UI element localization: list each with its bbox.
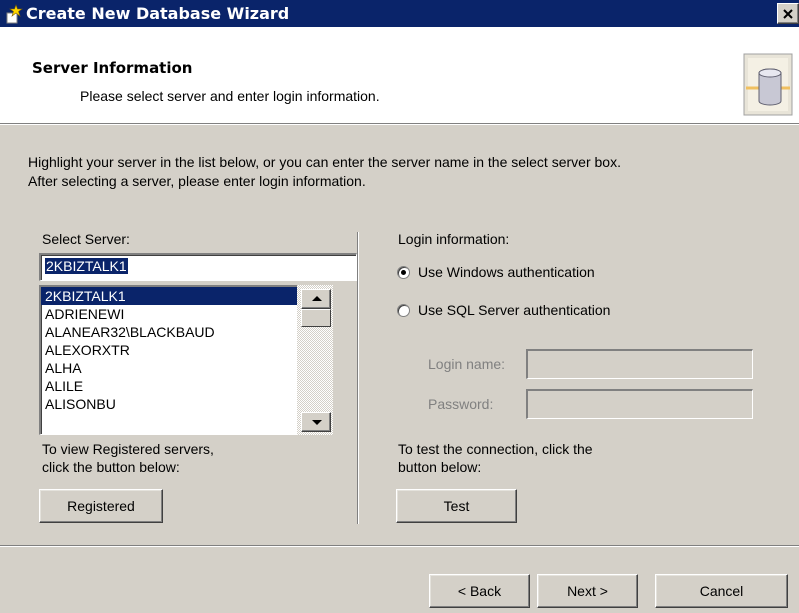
arrow-up-icon	[312, 296, 322, 301]
test-hint-line-2: button below:	[398, 459, 482, 475]
close-icon	[783, 8, 793, 19]
test-button[interactable]: Test	[396, 489, 517, 523]
password-input	[526, 389, 753, 419]
scroll-down-button[interactable]	[301, 412, 331, 432]
sql-auth-radio[interactable]	[397, 303, 410, 317]
windows-auth-label: Use Windows authentication	[418, 264, 595, 280]
sql-auth-option[interactable]: Use SQL Server authentication	[397, 302, 610, 318]
server-listbox[interactable]: 2KBIZTALK1 ADRIENEWI ALANEAR32\BLACKBAUD AL…	[39, 285, 333, 435]
server-list-item[interactable]: ALISONBU	[41, 395, 332, 413]
page-title: Server Information	[32, 59, 193, 77]
title-bar[interactable]: Create New Database Wizard	[0, 0, 799, 27]
scroll-up-button[interactable]	[301, 289, 331, 309]
server-list-item[interactable]: ALILE	[41, 377, 332, 395]
windows-auth-option[interactable]: Use Windows authentication	[397, 264, 595, 280]
server-list-item[interactable]: ADRIENEWI	[41, 305, 332, 323]
window-title: Create New Database Wizard	[26, 4, 290, 23]
select-server-label: Select Server:	[42, 231, 130, 247]
wizard-wand-icon	[6, 4, 23, 24]
server-list-item[interactable]: ALHA	[41, 359, 332, 377]
wizard-header: Server Information Please select server …	[0, 27, 799, 123]
test-hint-line-1: To test the connection, click the	[398, 441, 593, 457]
server-list: 2KBIZTALK1 ADRIENEWI ALANEAR32\BLACKBAUD AL…	[41, 287, 332, 413]
registered-hint-line-1: To view Registered servers,	[42, 441, 214, 457]
sql-auth-label: Use SQL Server authentication	[418, 302, 611, 318]
page-subtitle: Please select server and enter login inf…	[80, 88, 380, 104]
database-icon	[743, 53, 793, 116]
wizard-window: Create New Database Wizard Server Inform…	[0, 0, 799, 613]
close-button[interactable]	[777, 3, 799, 24]
instructions-line-1: Highlight your server in the list below,…	[28, 154, 621, 170]
instructions: Highlight your server in the list below,…	[28, 153, 788, 191]
server-name-value: 2KBIZTALK1	[45, 258, 128, 274]
header-divider	[0, 123, 799, 125]
registered-hint-line-2: click the button below:	[42, 459, 180, 475]
registered-button[interactable]: Registered	[39, 489, 163, 523]
windows-auth-radio[interactable]	[397, 265, 410, 279]
footer-divider	[0, 545, 799, 547]
server-list-item[interactable]: ALANEAR32\BLACKBAUD	[41, 323, 332, 341]
server-name-input[interactable]: 2KBIZTALK1	[39, 253, 357, 281]
back-button[interactable]: < Back	[429, 574, 530, 608]
scroll-thumb[interactable]	[301, 309, 331, 327]
cancel-button[interactable]: Cancel	[655, 574, 788, 608]
instructions-line-2: After selecting a server, please enter l…	[28, 173, 366, 189]
section-divider	[357, 232, 359, 524]
server-list-item[interactable]: ALEXORXTR	[41, 341, 332, 359]
server-list-item[interactable]: 2KBIZTALK1	[41, 287, 332, 305]
login-name-label: Login name:	[428, 356, 506, 372]
login-name-input	[526, 349, 753, 379]
arrow-down-icon	[312, 420, 322, 425]
login-info-label: Login information:	[398, 231, 510, 247]
next-button[interactable]: Next >	[537, 574, 638, 608]
password-label: Password:	[428, 396, 494, 412]
